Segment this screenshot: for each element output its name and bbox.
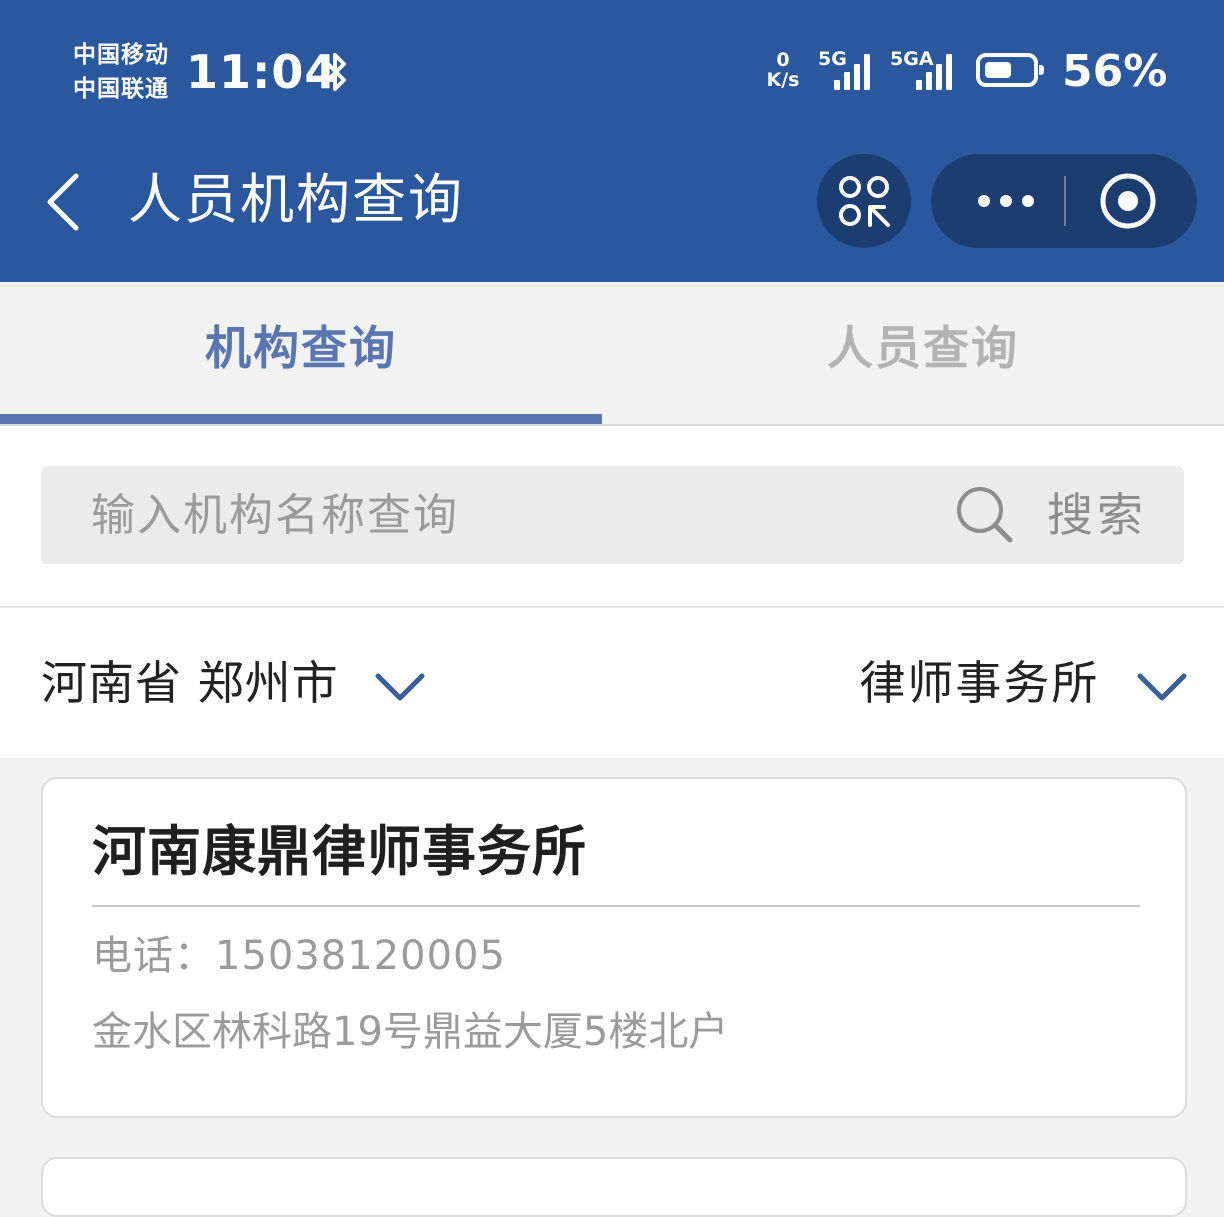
bluetooth-icon [324, 53, 346, 91]
capsule-menu [931, 154, 1197, 248]
signal-2-bars [916, 52, 962, 90]
category-filter-label: 律师事务所 [859, 656, 1100, 710]
signal-icon: 5GA [890, 48, 962, 94]
signal-icon: 5G [818, 48, 880, 94]
net-speed-value: 0 [776, 49, 790, 71]
search-box: 搜索 [41, 466, 1184, 564]
page-title: 人员机构查询 [128, 168, 464, 231]
net-speed-unit: K/s [766, 69, 800, 91]
scan-switch-icon [839, 176, 890, 227]
region-filter-label: 河南省 郑州市 [41, 656, 339, 710]
card-divider [92, 905, 1140, 907]
search-input[interactable] [91, 466, 891, 564]
net-speed: 0 K/s [760, 50, 806, 90]
close-target-icon[interactable] [1098, 171, 1158, 231]
signal-1-bars [834, 52, 880, 90]
search-button[interactable]: 搜索 [1047, 466, 1147, 564]
scan-switch-button[interactable] [817, 154, 911, 248]
search-area: 搜索 [0, 426, 1224, 608]
carrier-info: 中国移动 中国联通 [73, 38, 169, 106]
more-icon[interactable] [961, 176, 1051, 226]
chevron-down-icon [1137, 673, 1187, 700]
battery-level [985, 62, 1011, 78]
tab-bar: 机构查询 人员查询 [0, 282, 1224, 426]
result-card[interactable] [41, 1157, 1187, 1217]
filter-bar: 河南省 郑州市 律师事务所 [0, 608, 1224, 758]
tab-institution-search[interactable]: 机构查询 [0, 282, 602, 424]
capsule-divider [1064, 176, 1066, 226]
battery-percent: 56% [1062, 46, 1168, 97]
institution-address: 金水区林科路19号鼎益大厦5楼北户 [92, 1009, 729, 1055]
carrier-2: 中国联通 [73, 76, 169, 102]
institution-name: 河南康鼎律师事务所 [92, 820, 587, 883]
battery-icon [976, 53, 1044, 87]
back-icon[interactable] [42, 172, 82, 232]
status-time: 11:04 [186, 45, 338, 99]
institution-phone: 电话：15038120005 [92, 933, 506, 979]
category-filter[interactable]: 律师事务所 [859, 648, 1188, 718]
carrier-1: 中国移动 [73, 42, 169, 68]
region-filter[interactable]: 河南省 郑州市 [41, 648, 426, 718]
tab-personnel-search[interactable]: 人员查询 [622, 282, 1224, 424]
chevron-down-icon [375, 673, 425, 700]
tab-active-indicator [0, 414, 602, 424]
result-card[interactable]: 河南康鼎律师事务所 电话：15038120005 金水区林科路19号鼎益大厦5楼… [41, 777, 1187, 1118]
header: 中国移动 中国联通 11:04 0 K/s 5G 5GA 56% 人员机构查询 [0, 0, 1224, 282]
search-icon[interactable] [954, 484, 1016, 546]
